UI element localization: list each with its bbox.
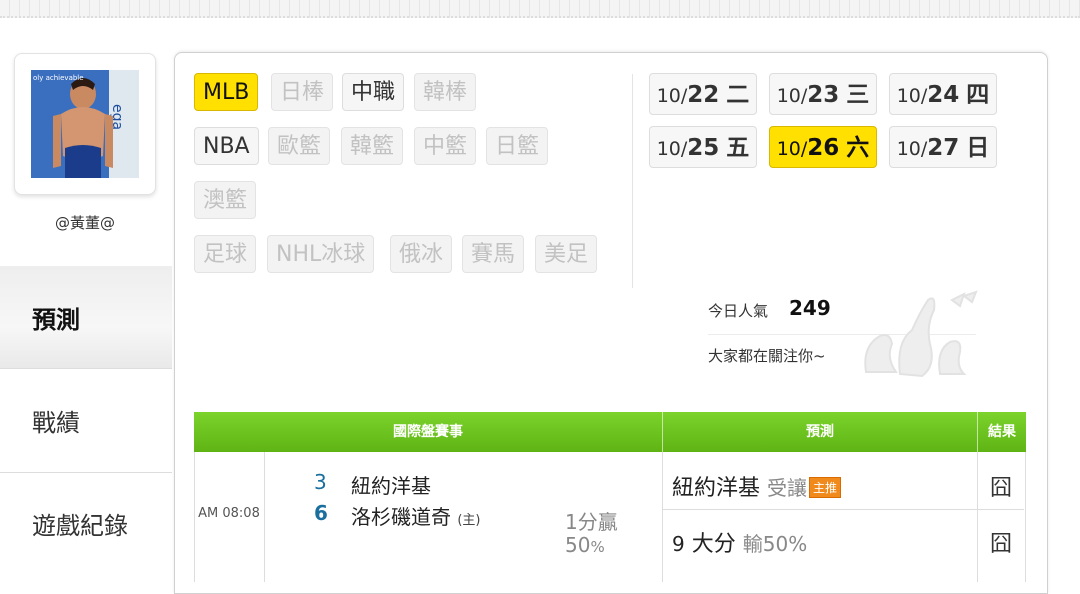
date-weekday: 二 — [726, 82, 750, 108]
league-nhl[interactable]: NHL冰球 — [267, 235, 375, 273]
league-cpbl[interactable]: 中職 — [342, 73, 405, 111]
prediction-spread: 紐約洋基 受讓 主推 — [672, 470, 842, 502]
date-month: 10/ — [896, 138, 928, 160]
popularity-count: 249 — [789, 296, 831, 320]
result-spread: 囧 — [989, 476, 1012, 501]
home-mark: (主) — [457, 513, 481, 528]
home-score: 6 — [314, 501, 328, 525]
column-divider — [662, 452, 663, 582]
league-kbo[interactable]: 韓棒 — [414, 73, 477, 111]
date-1026[interactable]: 10/26 六 — [769, 126, 877, 168]
top-decoration — [0, 0, 1080, 18]
sidebar-item-predictions[interactable]: 預測 — [0, 266, 172, 368]
odds-percent: 50% — [565, 533, 605, 557]
odds-percent-value: 50 — [565, 533, 591, 557]
league-japan-basketball[interactable]: 日籃 — [486, 127, 549, 165]
league-khl[interactable]: 俄冰 — [390, 235, 453, 273]
home-team[interactable]: 洛杉磯道奇 (主) — [351, 501, 481, 530]
league-china-basketball[interactable]: 中籃 — [414, 127, 477, 165]
header-prediction: 預測 — [806, 424, 834, 440]
prediction-total-outcome: 輸50% — [742, 532, 808, 556]
date-month: 10/ — [776, 138, 808, 160]
username: @黃董@ — [54, 214, 115, 232]
date-1027[interactable]: 10/27 日 — [889, 126, 997, 168]
date-month: 10/ — [896, 85, 928, 107]
date-1022[interactable]: 10/22 二 — [649, 73, 757, 115]
league-korea-basketball[interactable]: 韓籃 — [341, 127, 404, 165]
sidebar-item-label: 預測 — [32, 305, 80, 334]
away-team[interactable]: 紐約洋基 — [351, 470, 431, 499]
league-australia-basketball[interactable]: 澳籃 — [194, 181, 257, 219]
sidebar-item-game-history[interactable]: 遊戲紀錄 — [0, 472, 172, 574]
column-divider — [264, 452, 265, 582]
league-euro-basketball[interactable]: 歐籃 — [268, 127, 331, 165]
popularity-message: 大家都在關注你~ — [708, 347, 826, 365]
league-american-football[interactable]: 美足 — [535, 235, 598, 273]
featured-badge: 主推 — [809, 477, 842, 498]
date-month: 10/ — [776, 85, 808, 107]
date-day: 24 — [927, 82, 960, 108]
result-total: 囧 — [989, 532, 1012, 557]
date-day: 27 — [927, 135, 960, 161]
row-divider — [663, 509, 1024, 510]
svg-text:oly achievable: oly achievable — [33, 74, 84, 82]
league-mlb[interactable]: MLB — [194, 73, 259, 111]
home-team-name: 洛杉磯道奇 — [351, 505, 451, 529]
odds-line: 1分贏 — [565, 510, 618, 534]
league-npb[interactable]: 日棒 — [271, 73, 334, 111]
date-day: 22 — [687, 82, 720, 108]
header-result: 結果 — [988, 424, 1016, 440]
prediction-total-number: 9 — [672, 532, 685, 556]
league-soccer[interactable]: 足球 — [194, 235, 257, 273]
date-weekday: 日 — [966, 135, 990, 161]
avatar-card[interactable]: ega oly achievable — [14, 53, 156, 195]
date-day: 26 — [807, 135, 840, 161]
date-1024[interactable]: 10/24 四 — [889, 73, 997, 115]
avatar[interactable]: ega oly achievable — [31, 70, 139, 178]
date-1025[interactable]: 10/25 五 — [649, 126, 757, 168]
sidebar-item-label: 遊戲紀錄 — [32, 512, 128, 540]
prediction-total-pick: 大分 — [691, 532, 736, 557]
sidebar-item-label: 戰績 — [32, 409, 80, 437]
prediction-total: 9 大分 輸50% — [672, 526, 807, 558]
prediction-type: 受讓 — [767, 476, 808, 500]
league-nba[interactable]: NBA — [194, 127, 259, 165]
date-weekday: 四 — [966, 82, 990, 108]
popularity-label: 今日人氣 — [708, 302, 769, 320]
date-weekday: 三 — [846, 82, 870, 108]
game-time: AM 08:08 — [198, 506, 260, 521]
date-month: 10/ — [656, 138, 688, 160]
league-horse-racing[interactable]: 賽馬 — [462, 235, 525, 273]
date-weekday: 五 — [726, 135, 750, 161]
date-day: 25 — [687, 135, 720, 161]
prediction-team: 紐約洋基 — [672, 476, 761, 501]
odds-percent-unit: % — [590, 538, 605, 556]
table-header: 國際盤賽事 預測 結果 — [194, 412, 1026, 452]
mascot-decoration-icon — [864, 290, 978, 378]
date-weekday: 六 — [846, 135, 870, 161]
date-day: 23 — [807, 82, 840, 108]
away-score: 3 — [314, 470, 327, 494]
header-event: 國際盤賽事 — [393, 424, 463, 440]
date-1023[interactable]: 10/23 三 — [769, 73, 877, 115]
filter-divider — [632, 74, 633, 288]
date-month: 10/ — [656, 85, 688, 107]
sidebar-item-record[interactable]: 戰績 — [0, 368, 172, 472]
